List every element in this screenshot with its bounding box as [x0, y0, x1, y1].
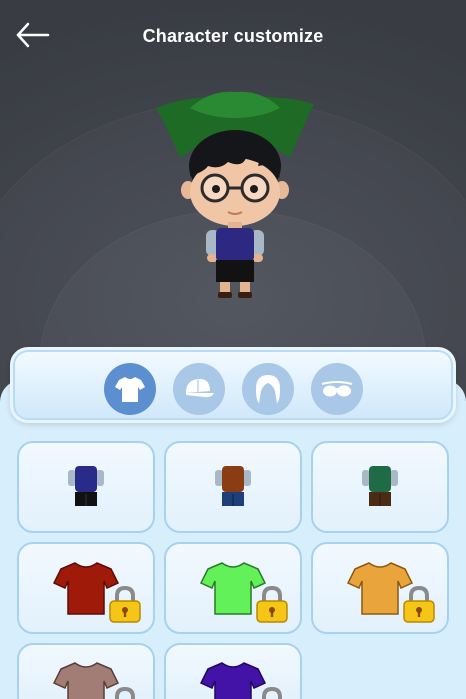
outfit-card[interactable] [311, 441, 449, 533]
outfit-card[interactable] [17, 441, 155, 533]
outfit-card-locked[interactable] [311, 542, 449, 634]
category-tabs [10, 347, 456, 423]
outfit-preview [68, 466, 104, 506]
top-bar: Character customize [0, 0, 466, 72]
outfit-card[interactable] [164, 441, 302, 533]
outfit-preview [362, 466, 398, 506]
lock-icon [109, 585, 141, 623]
tshirt-icon [115, 377, 145, 402]
cap-icon [186, 379, 214, 398]
outfit-preview [215, 466, 251, 506]
lock-icon [115, 686, 135, 699]
outfit-card-locked[interactable] [17, 643, 155, 699]
hair-icon [256, 375, 280, 403]
page-title: Character customize [142, 26, 324, 46]
outfit-card-locked[interactable] [17, 542, 155, 634]
lock-icon [256, 585, 288, 623]
outfit-card-locked[interactable] [164, 643, 302, 699]
character-avatar[interactable] [150, 88, 320, 303]
tab-glasses[interactable] [311, 363, 363, 415]
glasses-icon [321, 381, 353, 397]
tab-clothes[interactable] [104, 363, 156, 415]
lock-icon [262, 686, 282, 699]
tab-hair[interactable] [242, 363, 294, 415]
tab-hats[interactable] [173, 363, 225, 415]
lock-icon [403, 585, 435, 623]
outfit-card-locked[interactable] [164, 542, 302, 634]
